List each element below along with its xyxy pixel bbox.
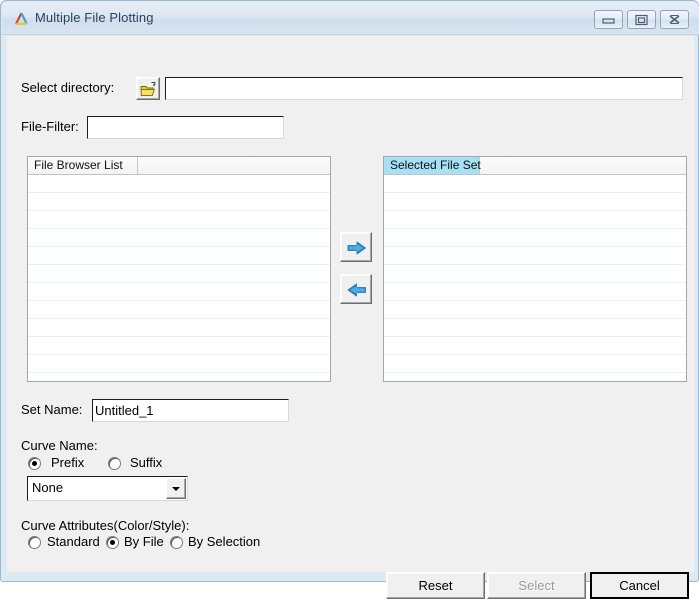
file-browser-list-header[interactable]: File Browser List: [28, 157, 138, 174]
list-row[interactable]: [384, 301, 686, 319]
list-row[interactable]: [28, 229, 330, 247]
curve-name-dropdown[interactable]: None: [27, 476, 188, 501]
select-directory-label: Select directory:: [21, 80, 115, 95]
radio-curve-name-prefix[interactable]: [28, 457, 41, 470]
radio-curve-name-suffix[interactable]: [108, 457, 121, 470]
list-row[interactable]: [384, 229, 686, 247]
curve-name-group-label: Curve Name:: [21, 438, 98, 453]
open-folder-icon[interactable]: [136, 77, 160, 100]
dialog-client-area: Select directory: File-Filter: File Brow…: [7, 35, 694, 599]
list-row[interactable]: [384, 319, 686, 337]
list-row[interactable]: [384, 247, 686, 265]
list-row[interactable]: [384, 373, 686, 381]
list-row[interactable]: [28, 301, 330, 319]
list-row[interactable]: [28, 265, 330, 283]
curve-name-dropdown-value: None: [32, 480, 64, 495]
directory-input[interactable]: [165, 77, 683, 100]
selected-file-set-header[interactable]: Selected File Set: [384, 157, 481, 174]
arrow-right-icon[interactable]: [340, 232, 372, 262]
minimize-button[interactable]: [594, 10, 623, 29]
list-row[interactable]: [384, 355, 686, 373]
radio-curve-attr-by-file-label[interactable]: By File: [124, 534, 164, 549]
list-row[interactable]: [28, 175, 330, 193]
selected-file-set-header-row: Selected File Set: [384, 157, 686, 175]
title-bar: Multiple File Plotting: [2, 2, 699, 35]
select-button[interactable]: Select: [487, 572, 586, 599]
list-row[interactable]: [384, 175, 686, 193]
file-filter-input[interactable]: [87, 116, 284, 139]
file-browser-list-header-row: File Browser List: [28, 157, 330, 175]
radio-curve-attr-by-selection-label[interactable]: By Selection: [188, 534, 260, 549]
list-row[interactable]: [28, 373, 330, 381]
radio-curve-name-suffix-label[interactable]: Suffix: [130, 455, 162, 470]
file-browser-list[interactable]: File Browser List: [27, 156, 331, 382]
list-row[interactable]: [28, 211, 330, 229]
selected-file-set-body[interactable]: [384, 175, 686, 381]
set-name-input[interactable]: [92, 399, 289, 422]
list-row[interactable]: [384, 211, 686, 229]
arrow-left-icon[interactable]: [340, 274, 372, 304]
radio-curve-attr-by-file[interactable]: [106, 536, 119, 549]
window-title: Multiple File Plotting: [35, 10, 154, 25]
close-button[interactable]: [660, 10, 689, 29]
reset-button[interactable]: Reset: [386, 572, 485, 599]
radio-curve-attr-standard[interactable]: [28, 536, 41, 549]
radio-curve-attr-standard-label[interactable]: Standard: [47, 534, 100, 549]
list-row[interactable]: [28, 247, 330, 265]
selected-file-set-list[interactable]: Selected File Set: [383, 156, 687, 382]
curve-attributes-group-label: Curve Attributes(Color/Style):: [21, 518, 190, 533]
list-row[interactable]: [28, 355, 330, 373]
list-row[interactable]: [28, 319, 330, 337]
cancel-button[interactable]: Cancel: [590, 572, 689, 599]
list-row[interactable]: [384, 193, 686, 211]
list-row[interactable]: [384, 265, 686, 283]
list-row[interactable]: [28, 337, 330, 355]
list-row[interactable]: [28, 283, 330, 301]
file-browser-list-body[interactable]: [28, 175, 330, 381]
list-row[interactable]: [28, 193, 330, 211]
file-filter-label: File-Filter:: [21, 119, 79, 134]
list-row[interactable]: [384, 337, 686, 355]
radio-curve-name-prefix-label[interactable]: Prefix: [51, 455, 84, 470]
maximize-button[interactable]: [627, 10, 656, 29]
triangle-logo-icon: [13, 11, 30, 28]
list-row[interactable]: [384, 283, 686, 301]
chevron-down-icon[interactable]: [166, 478, 186, 499]
dialog-window: Multiple File Plotting Select directory:: [0, 0, 699, 599]
radio-curve-attr-by-selection[interactable]: [170, 536, 183, 549]
set-name-label: Set Name:: [21, 402, 83, 417]
